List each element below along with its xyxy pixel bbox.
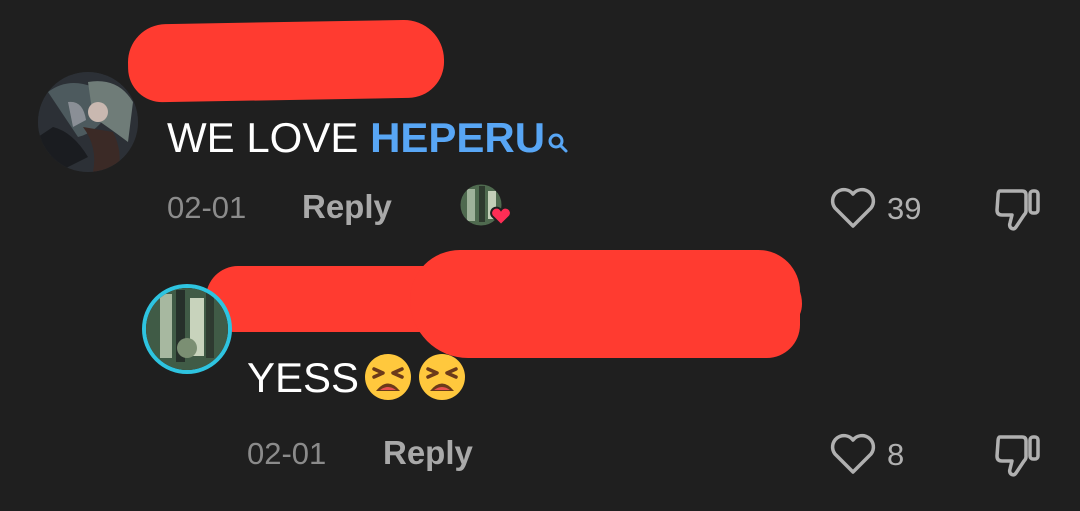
search-icon[interactable] [547, 115, 569, 165]
comment-text: WE LOVE HEPERU [167, 113, 569, 165]
comment-text-body: YESS [247, 354, 360, 401]
avatar[interactable] [142, 284, 232, 374]
like-button[interactable] [829, 432, 877, 476]
dislike-button[interactable] [992, 431, 1042, 481]
reply-button[interactable]: Reply [383, 433, 473, 473]
reply-button[interactable]: Reply [302, 187, 392, 227]
redacted-username [410, 250, 800, 358]
heart-icon [830, 433, 876, 474]
tired-face-emoji [417, 352, 467, 402]
heart-icon [830, 187, 876, 228]
comment-text: YESS [247, 352, 467, 403]
comment-date: 02-01 [167, 190, 247, 225]
avatar[interactable] [38, 72, 138, 172]
like-count: 8 [887, 437, 905, 472]
tired-face-emoji [363, 352, 413, 402]
comment-date: 02-01 [247, 436, 327, 471]
like-button[interactable] [829, 186, 877, 230]
hashtag-link[interactable]: HEPERU [370, 114, 545, 161]
dislike-button[interactable] [992, 185, 1042, 235]
thumbs-down-icon [995, 189, 1040, 231]
comment-text-prefix: WE LOVE [167, 114, 371, 161]
thumbs-down-icon [995, 435, 1040, 477]
redacted-username [127, 19, 445, 103]
like-count: 39 [887, 191, 922, 226]
creator-liked-badge [459, 183, 519, 231]
